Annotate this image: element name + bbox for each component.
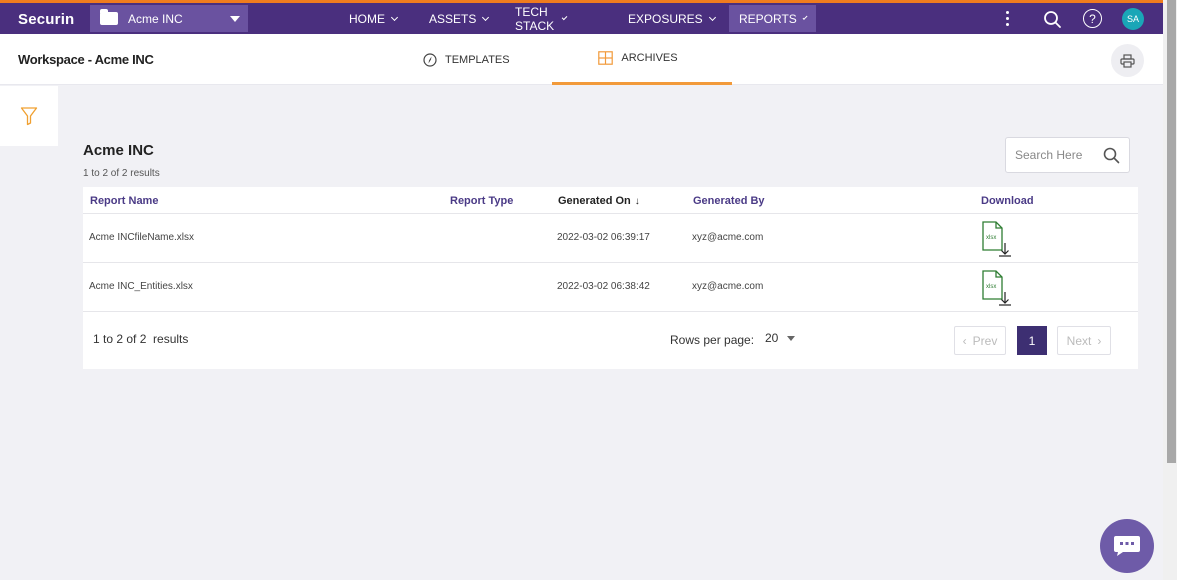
content-title: Acme INC xyxy=(83,142,154,159)
compass-icon xyxy=(423,52,437,67)
nav-exposures[interactable]: EXPOSURES xyxy=(618,5,725,32)
rows-per-page-label: Rows per page: xyxy=(670,333,755,347)
filter-button[interactable] xyxy=(0,86,58,146)
workspace-header: Workspace - Acme INC TEMPLATES ARCHIVES xyxy=(0,34,1163,85)
nav-reports-label: REPORTS xyxy=(739,11,797,26)
rows-per-page-value: 20 xyxy=(765,331,779,345)
next-page-label: Next xyxy=(1066,333,1092,348)
brand-logo[interactable]: Securin xyxy=(18,11,74,28)
tab-archives-label: ARCHIVES xyxy=(621,52,678,64)
chevron-left-icon: ‹ xyxy=(962,333,967,348)
results-count: 1 to 2 of 2 results xyxy=(83,168,160,179)
next-page-button[interactable]: Next › xyxy=(1057,326,1111,355)
folder-icon xyxy=(100,9,118,25)
archives-table: Report Name Report Type Generated On ↓ Ge… xyxy=(83,187,1138,369)
pagination-results-text: 1 to 2 of 2 results xyxy=(93,332,189,346)
nav-home-label: HOME xyxy=(349,11,385,26)
chevron-right-icon: › xyxy=(1097,333,1102,348)
xlsx-label: xlsx xyxy=(986,284,996,290)
grid-icon xyxy=(598,51,614,65)
nav-exposures-label: EXPOSURES xyxy=(628,11,703,26)
nav-tech-stack-label: TECH STACK xyxy=(515,4,555,33)
more-options-icon[interactable] xyxy=(1006,11,1010,26)
generated-by-cell: xyz@acme.com xyxy=(692,281,764,292)
column-header-generated-by[interactable]: Generated By xyxy=(693,195,765,207)
caret-down-icon xyxy=(787,335,796,341)
rows-per-page-select[interactable]: 20 xyxy=(765,331,796,345)
chevron-down-icon xyxy=(482,13,490,21)
xlsx-label: xlsx xyxy=(986,235,996,241)
tab-templates[interactable]: TEMPLATES xyxy=(423,34,510,85)
search-icon[interactable] xyxy=(1103,147,1120,169)
workspace-selector-label: Acme INC xyxy=(128,11,183,26)
chevron-down-icon xyxy=(561,14,568,20)
column-header-report-type[interactable]: Report Type xyxy=(450,195,513,207)
nav-tech-stack[interactable]: TECH STACK xyxy=(505,4,576,33)
chevron-down-icon xyxy=(390,13,399,21)
nav-reports[interactable]: REPORTS xyxy=(729,5,816,32)
print-button[interactable] xyxy=(1111,44,1144,77)
chevron-down-icon xyxy=(802,14,808,20)
help-icon[interactable]: ? xyxy=(1083,9,1102,28)
nav-assets[interactable]: ASSETS xyxy=(419,5,498,32)
workspace-selector[interactable]: Acme INC xyxy=(90,5,248,32)
page-number-current[interactable]: 1 xyxy=(1017,326,1047,355)
generated-on-cell: 2022-03-02 06:39:17 xyxy=(557,232,650,243)
prev-page-label: Prev xyxy=(972,333,998,348)
xlsx-download-icon[interactable]: xlsx xyxy=(981,221,1013,262)
search-box xyxy=(1005,137,1130,173)
report-name-cell: Acme INCfileName.xlsx xyxy=(89,232,195,243)
chat-button[interactable] xyxy=(1100,519,1154,573)
chevron-down-icon xyxy=(708,13,716,21)
nav-assets-label: ASSETS xyxy=(429,11,477,26)
pagination-bar: 1 to 2 of 2 results Rows per page: 20 ‹ P… xyxy=(83,312,1138,369)
caret-down-icon xyxy=(230,16,240,22)
column-header-report-name[interactable]: Report Name xyxy=(90,195,158,207)
table-header: Report Name Report Type Generated On ↓ Ge… xyxy=(83,187,1138,214)
sort-descending-icon: ↓ xyxy=(634,196,640,207)
column-header-generated-on-label: Generated On xyxy=(558,195,631,207)
nav-home[interactable]: HOME xyxy=(339,5,407,32)
user-avatar[interactable]: SA xyxy=(1122,8,1144,30)
generated-on-cell: 2022-03-02 06:38:42 xyxy=(557,281,650,292)
filter-icon xyxy=(20,107,38,126)
tab-templates-label: TEMPLATES xyxy=(445,53,510,66)
page-title: Workspace - Acme INC xyxy=(18,52,154,67)
search-icon[interactable] xyxy=(1043,10,1062,34)
search-input[interactable] xyxy=(1015,148,1100,162)
table-row: Acme INCfileName.xlsx 2022-03-02 06:39:1… xyxy=(83,214,1138,263)
tab-archives[interactable]: ARCHIVES xyxy=(552,34,732,85)
generated-by-cell: xyz@acme.com xyxy=(692,232,764,243)
xlsx-download-icon[interactable]: xlsx xyxy=(981,270,1013,311)
scrollbar-thumb[interactable] xyxy=(1167,0,1176,463)
printer-icon xyxy=(1120,53,1135,68)
top-navigation-bar: Securin Acme INC HOME ASSETS TECH STACK … xyxy=(0,0,1163,34)
column-header-generated-on[interactable]: Generated On ↓ xyxy=(558,195,640,207)
chat-icon xyxy=(1114,536,1140,556)
prev-page-button[interactable]: ‹ Prev xyxy=(954,326,1006,355)
column-header-download: Download xyxy=(981,195,1034,207)
table-row: Acme INC_Entities.xlsx 2022-03-02 06:38:… xyxy=(83,263,1138,312)
report-name-cell: Acme INC_Entities.xlsx xyxy=(89,281,193,292)
